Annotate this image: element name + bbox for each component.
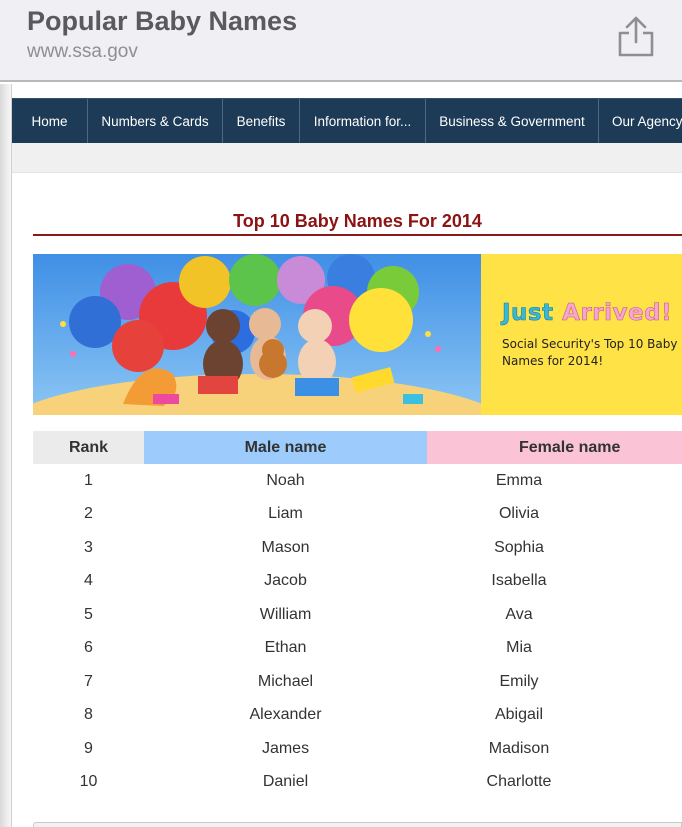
table-row: 10 Daniel Charlotte	[33, 766, 682, 800]
promo-headline-word1: Just	[502, 300, 554, 327]
table-row: 5 William Ava	[33, 598, 682, 632]
cell-female-name: Mia	[427, 632, 682, 666]
cell-rank: 6	[84, 639, 93, 657]
cell-male-name: Noah	[266, 471, 305, 489]
page-edge-shadow	[0, 84, 12, 827]
cell-female-name-text: Madison	[488, 739, 550, 757]
cell-male-name: Ethan	[264, 639, 307, 657]
cell-female-name: Emily	[427, 665, 682, 699]
table-row: 1 Noah Emma	[33, 464, 682, 498]
table-row: 8 Alexander Abigail	[33, 699, 682, 733]
cell-rank: 2	[84, 505, 93, 523]
cell-male-name: Mason	[261, 538, 310, 556]
cell-female-name: Sophia	[427, 531, 682, 565]
cell-female-name: Charlotte	[427, 766, 682, 800]
cell-rank: 10	[79, 773, 98, 791]
nav-item-our-agency[interactable]: Our Agency	[599, 99, 682, 144]
nav-item-benefits[interactable]: Benefits	[223, 99, 300, 144]
cell-male-name: Jacob	[264, 572, 307, 590]
cell-female-name: Abigail	[427, 699, 682, 733]
table-row: 9 James Madison	[33, 732, 682, 766]
cell-rank: 7	[84, 672, 93, 690]
cell-rank: 3	[84, 538, 93, 556]
header-female-name: Female name	[427, 431, 682, 464]
sub-nav-bar	[12, 143, 682, 173]
cell-rank: 8	[84, 706, 93, 724]
cell-female-name-text: Olivia	[498, 505, 539, 523]
babies-balloons-illustration	[33, 254, 481, 415]
promo-panel: Just Arrived! Social Security's Top 10 B…	[481, 254, 682, 415]
cell-female-name-text: Emma	[495, 471, 543, 489]
cell-female-name-text: Isabella	[491, 572, 547, 590]
main-nav: Home Numbers & Cards Benefits Informatio…	[12, 98, 682, 144]
share-button[interactable]	[612, 12, 660, 60]
cell-female-name-text: Mia	[506, 639, 532, 657]
promo-banner[interactable]: Just Arrived! Social Security's Top 10 B…	[33, 254, 682, 415]
cell-female-name: Isabella	[427, 565, 682, 599]
table-header-row: Rank Male name Female name	[33, 431, 682, 464]
nav-item-home[interactable]: Home	[12, 99, 88, 144]
page-url[interactable]: www.ssa.gov	[27, 41, 138, 63]
cell-male-name: Daniel	[262, 773, 309, 791]
header-rank: Rank	[33, 431, 144, 464]
cell-rank: 1	[84, 471, 93, 489]
share-icon	[618, 16, 654, 57]
cell-female-name: Madison	[427, 732, 682, 766]
baby-names-table: Rank Male name Female name 1 Noah Emma 2 Lia…	[33, 431, 682, 799]
cell-female-name-text: Charlotte	[486, 773, 552, 791]
table-row: 6 Ethan Mia	[33, 632, 682, 666]
cell-female-name-text: Emily	[499, 672, 539, 690]
table-body: 1 Noah Emma 2 Liam Olivia 3 Mason Sophia 4 Jacob Is…	[33, 464, 682, 799]
cell-rank: 5	[84, 605, 93, 623]
promo-headline-word2: Arrived!	[562, 300, 673, 327]
cell-female-name: Ava	[427, 598, 682, 632]
cell-rank: 9	[84, 739, 93, 757]
next-section-edge	[33, 822, 682, 827]
heading-divider	[33, 234, 682, 236]
cell-rank: 4	[84, 572, 93, 590]
cell-male-name: Michael	[257, 672, 314, 690]
web-viewport: Home Numbers & Cards Benefits Informatio…	[0, 84, 682, 827]
cell-male-name: William	[259, 605, 312, 623]
nav-item-numbers-cards[interactable]: Numbers & Cards	[88, 99, 223, 144]
nav-item-business-government[interactable]: Business & Government	[426, 99, 599, 144]
section-heading: Top 10 Baby Names For 2014	[233, 211, 482, 231]
cell-male-name: James	[261, 739, 310, 757]
nav-item-information-for[interactable]: Information for...	[300, 99, 426, 144]
page-title: Popular Baby Names	[27, 6, 298, 36]
cell-female-name: Emma	[427, 464, 682, 498]
cell-female-name: Olivia	[427, 498, 682, 532]
cell-male-name: Liam	[268, 505, 303, 523]
table-row: 2 Liam Olivia	[33, 498, 682, 532]
promo-subtext: Social Security's Top 10 Baby Names for …	[502, 337, 678, 368]
browser-header: Popular Baby Names www.ssa.gov	[0, 0, 682, 82]
cell-female-name-text: Sophia	[494, 538, 544, 556]
table-row: 7 Michael Emily	[33, 665, 682, 699]
header-male-name: Male name	[144, 431, 427, 464]
table-row: 4 Jacob Isabella	[33, 565, 682, 599]
table-row: 3 Mason Sophia	[33, 531, 682, 565]
promo-headline: Just Arrived!	[502, 300, 673, 327]
cell-male-name: Alexander	[249, 706, 322, 724]
cell-female-name-text: Ava	[505, 605, 533, 623]
cell-female-name-text: Abigail	[494, 706, 544, 724]
